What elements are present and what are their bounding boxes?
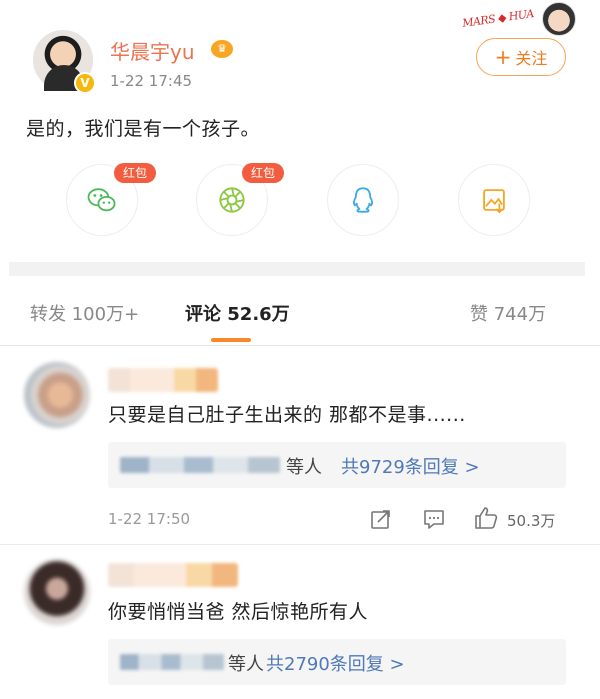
plus-icon: + (494, 45, 512, 69)
commenter-name-blurred[interactable] (108, 368, 218, 392)
post-tabs: 转发 100万+ 评论 52.6万 赞 744万 (0, 276, 600, 346)
commenter-name-blurred[interactable] (108, 563, 238, 587)
section-divider (9, 262, 585, 276)
follow-label: 关注 (515, 49, 548, 68)
comment-time: 1-22 17:50 (108, 510, 191, 528)
reply-names-blurred (120, 654, 224, 670)
reply-icon[interactable] (422, 508, 446, 530)
qq-icon (353, 187, 373, 213)
save-image-button[interactable] (458, 164, 530, 236)
vip-crown-icon: ♛ (211, 40, 233, 58)
commenter-avatar[interactable] (24, 559, 90, 625)
comment-item: 你要悄悄当爸 然后惊艳所有人 等人 共2790条回复 > (0, 545, 600, 699)
active-tab-indicator (211, 338, 251, 342)
comment-text: 你要悄悄当爸 然后惊艳所有人 (108, 601, 369, 623)
moments-icon (219, 187, 245, 213)
weibo-post: V 华晨宇yu ♛ 1-22 17:45 MARS ◆ HUA + 关注 是的，… (0, 0, 600, 262)
reply-thread-link[interactable]: 等人 共9729条回复 > (108, 442, 566, 488)
reply-names-blurred (120, 457, 280, 473)
verified-badge-icon: V (74, 72, 96, 94)
username[interactable]: 华晨宇yu (110, 36, 195, 65)
repost-icon[interactable] (370, 508, 392, 530)
reply-count-link[interactable]: 共2790条回复 > (266, 650, 405, 676)
tab-repost[interactable]: 转发 100万+ (30, 300, 139, 326)
reply-count-link[interactable]: 共9729条回复 > (341, 453, 480, 479)
wechat-icon (87, 188, 116, 212)
follow-button[interactable]: + 关注 (476, 38, 566, 76)
reply-suffix: 等人 (228, 654, 264, 675)
tab-likes[interactable]: 赞 744万 (470, 300, 546, 326)
red-packet-badge: 红包 (114, 163, 156, 183)
reply-suffix: 等人 (286, 457, 322, 478)
red-packet-badge: 红包 (242, 163, 284, 183)
reply-thread-link[interactable]: 等人 共2790条回复 > (108, 639, 566, 685)
brand-avatar (542, 2, 576, 36)
save-image-icon (483, 189, 505, 214)
comment-text: 只要是自己肚子生出来的 那都不是事...... (108, 404, 466, 426)
share-qq-button[interactable] (327, 164, 399, 236)
tab-comments[interactable]: 评论 52.6万 (185, 300, 290, 326)
comment-item: 只要是自己肚子生出来的 那都不是事...... 等人 共9729条回复 > 1-… (0, 346, 600, 542)
post-text: 是的，我们是有一个孩子。 (26, 118, 261, 140)
commenter-avatar[interactable] (24, 362, 90, 428)
like-count: 50.3万 (507, 512, 556, 530)
post-time: 1-22 17:45 (110, 72, 193, 90)
like-icon[interactable] (473, 506, 499, 530)
